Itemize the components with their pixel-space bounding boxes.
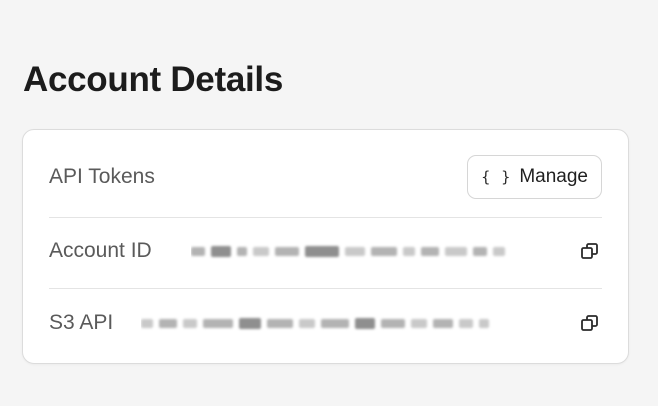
divider bbox=[49, 217, 602, 218]
manage-api-tokens-button[interactable]: { } Manage bbox=[467, 155, 602, 199]
account-details-card: API Tokens { } Manage Account ID S3 API bbox=[22, 129, 629, 364]
api-tokens-row: API Tokens { } Manage bbox=[49, 152, 602, 202]
copy-icon[interactable] bbox=[578, 239, 602, 263]
s3-api-label: S3 API bbox=[49, 311, 114, 334]
code-braces-icon: { } bbox=[481, 168, 512, 186]
page: Account Details API Tokens { } Manage Ac… bbox=[0, 0, 658, 406]
account-id-row: Account ID bbox=[49, 228, 602, 274]
api-tokens-label: API Tokens bbox=[49, 165, 155, 188]
page-title: Account Details bbox=[23, 60, 283, 99]
s3-api-value-redacted bbox=[141, 313, 570, 333]
account-id-value-redacted bbox=[191, 241, 570, 261]
s3-api-row: S3 API bbox=[49, 300, 602, 346]
divider bbox=[49, 288, 602, 289]
account-id-label: Account ID bbox=[49, 239, 152, 262]
copy-icon[interactable] bbox=[578, 311, 602, 335]
manage-button-label: Manage bbox=[519, 166, 588, 187]
